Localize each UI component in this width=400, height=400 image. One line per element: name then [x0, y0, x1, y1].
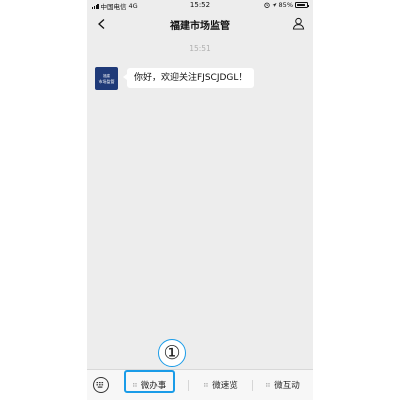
battery-percent: 85% [278, 1, 293, 9]
message-timestamp: 15:51 [189, 44, 211, 53]
menu-item-wei-sulan[interactable]: 微速览 [192, 375, 250, 395]
message-bubble[interactable]: 你好，欢迎关注FJSCJDGL！ [122, 68, 255, 88]
keyboard-icon [96, 382, 104, 388]
wechat-screen: 中国电信 4G 15:52 85% 福建市场监管 15:51 福建 市场监管 你… [87, 0, 313, 400]
menu-dots-icon [204, 383, 208, 387]
user-icon[interactable] [292, 17, 305, 30]
page-title: 福建市场监管 [170, 21, 230, 32]
menu-divider [188, 380, 189, 391]
status-bar: 中国电信 4G 15:52 85% [87, 0, 313, 11]
keyboard-toggle-button[interactable] [93, 377, 109, 393]
message-row: 福建 市场监管 你好，欢迎关注FJSCJDGL！ [95, 67, 255, 90]
alarm-icon [263, 2, 270, 8]
status-right: 85% [263, 1, 309, 9]
highlight-box [124, 370, 175, 393]
avatar-text-top: 福建 [103, 73, 110, 78]
menu-dots-icon [266, 383, 270, 387]
menu-divider [252, 380, 253, 391]
menu-item-wei-hudong[interactable]: 微互动 [254, 375, 312, 395]
battery-icon [295, 2, 309, 8]
menu-item-label: 微速览 [212, 381, 238, 391]
menu-item-label: 微互动 [274, 381, 300, 391]
custom-menu-bar: 微办事 微速览 微互动 [87, 369, 313, 400]
nav-bar: 福建市场监管 [87, 11, 313, 37]
avatar[interactable]: 福建 市场监管 [95, 67, 118, 90]
step-callout: ① [158, 339, 186, 367]
location-icon [272, 3, 277, 7]
avatar-text-bottom: 市场监管 [98, 78, 115, 84]
